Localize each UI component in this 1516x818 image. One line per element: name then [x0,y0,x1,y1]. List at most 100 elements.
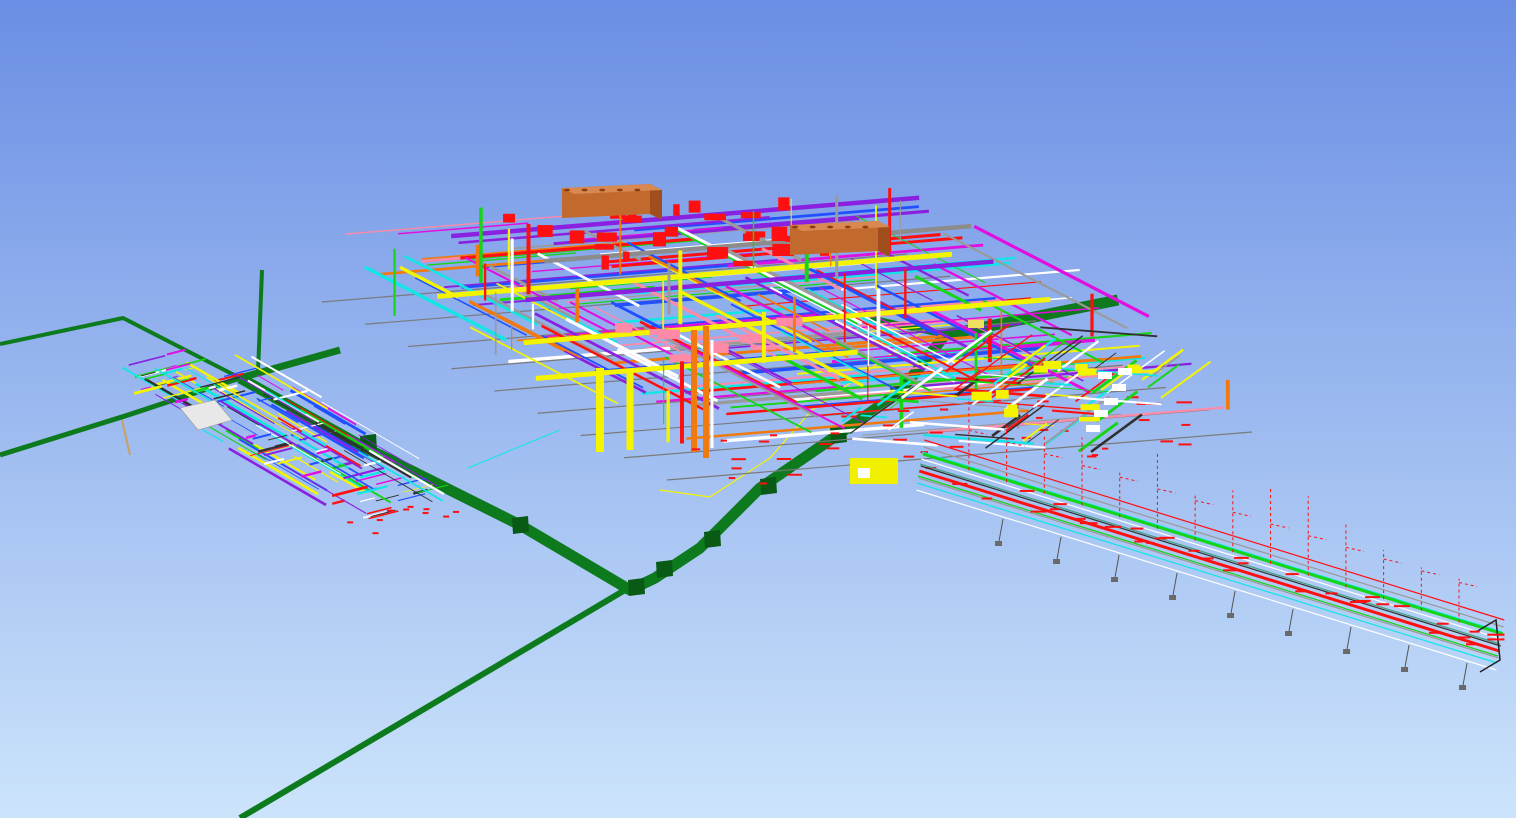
equipment-block [776,317,803,327]
tag-label [819,443,833,446]
equipment-block [652,232,666,247]
rack-footing [1459,685,1467,690]
tag-label [826,447,840,450]
tag-label [1393,605,1411,608]
tag-label [758,440,770,443]
tag-label [1295,590,1309,593]
tag-label [952,482,968,485]
equipment-block [594,244,614,250]
tag-label [1079,522,1098,525]
equipment-block [771,226,788,242]
electrical-panel [1112,384,1126,391]
rack-footing [1343,649,1351,654]
tag-label [1087,455,1097,458]
fan-stack [581,188,588,192]
model-scene[interactable] [0,0,1516,818]
tag-label [1456,636,1471,639]
rack-footing [1285,631,1293,636]
tag-label [981,497,993,500]
equipment-block [850,458,898,484]
utility-junction-box [628,578,645,596]
fan-stack [792,225,798,229]
tag-label [893,438,907,441]
equipment-block [968,320,984,328]
rack-footing [1169,595,1177,600]
tag-label [403,508,410,511]
tag-label [1160,440,1173,443]
tag-label [770,434,778,437]
tag-label [759,482,767,485]
tag-label [1049,508,1060,511]
tag-label [1104,525,1122,528]
equipment-block [778,197,790,211]
equipment-block [858,468,870,478]
equipment-block [704,213,727,221]
equipment-block [740,212,761,219]
equipment-block [622,215,642,223]
tag-label [1436,622,1449,625]
rack-footing [995,541,1003,546]
equipment-block [743,233,760,242]
tag-label [1181,423,1191,426]
tag-label [1376,603,1390,606]
equipment-block [995,389,1009,399]
tag-label [903,455,915,458]
3d-model-viewport[interactable] [0,0,1516,818]
tag-label [1019,489,1035,492]
tag-label [1130,527,1144,530]
tag-label [1325,592,1338,595]
tag-label [830,432,840,435]
tag-label [1188,549,1200,552]
equipment-block [1079,417,1100,422]
tag-label [897,409,910,412]
rack-footing [1053,559,1061,564]
tag-label [1134,540,1144,543]
equipment-block [1080,404,1100,411]
tag-label [1238,562,1249,565]
tag-label [1036,416,1043,419]
electrical-panel [1098,372,1112,379]
tag-label [1030,510,1047,513]
tag-label [1146,541,1155,544]
fan-stack [634,188,641,192]
tag-label [422,512,429,515]
tag-label [387,509,394,512]
tag-label [1102,447,1109,450]
tag-label [776,458,792,461]
tag-label [691,448,701,451]
tag-label [731,467,742,470]
tag-label [1349,601,1368,604]
tag-label [1469,630,1480,633]
equipment-block [1074,363,1088,371]
equipment-block [664,226,679,237]
fan-stack [599,188,606,192]
equipment-block [971,391,992,401]
tag-label [1466,643,1477,646]
tag-label [1072,517,1086,520]
equipment-block [596,232,617,242]
equipment-block [569,230,585,244]
tag-label [453,510,460,513]
tag-label [786,473,802,476]
tag-label [1365,596,1381,599]
tag-label [720,439,727,442]
electrical-panel [1118,368,1132,375]
fan-stack [564,188,570,192]
tag-label [728,477,736,480]
tag-label [939,408,949,411]
tag-label [1428,631,1442,634]
rack-footing [1111,577,1119,582]
electrical-panel [1094,410,1108,417]
equipment-block [733,260,755,267]
equipment-block [537,225,553,237]
tag-label [1138,419,1150,422]
equipment-block [503,213,515,223]
electrical-panel [1086,425,1100,432]
equipment-block [657,329,680,340]
rack-footing [1401,667,1409,672]
sky-background [0,0,1516,818]
tag-label [1487,633,1505,636]
utility-junction-box [760,477,777,495]
tag-label [407,505,414,508]
utility-junction-box [656,560,673,578]
